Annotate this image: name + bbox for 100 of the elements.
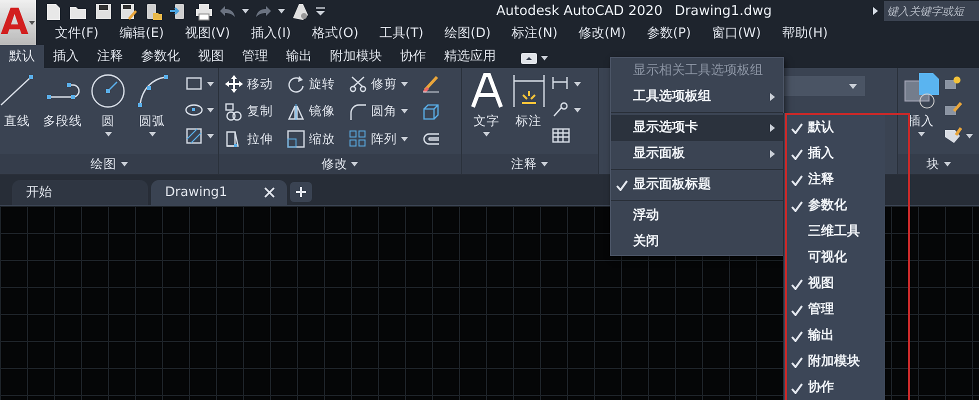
caret-icon: [207, 134, 214, 138]
menu-item[interactable]: 视图(V): [176, 24, 240, 44]
menu-item[interactable]: 编辑(E): [110, 24, 173, 44]
menu-item[interactable]: 工具(T): [370, 24, 432, 44]
new-file-icon[interactable]: [44, 2, 63, 20]
new-tab-button[interactable]: [290, 182, 312, 202]
app-menu-button[interactable]: A: [0, 0, 36, 45]
menu-item[interactable]: 浮动: [611, 203, 783, 229]
menu-item[interactable]: 格式(O): [303, 24, 368, 44]
customize-menu-icon[interactable]: [316, 6, 325, 16]
menu-item[interactable]: 插入: [784, 141, 885, 167]
tool-button[interactable]: 阵列: [347, 126, 410, 152]
caret-icon[interactable]: [120, 162, 128, 166]
tool-button[interactable]: 直线: [0, 71, 38, 154]
panel-title-bar[interactable]: 修改: [219, 154, 461, 174]
menu-item[interactable]: 显示选项卡: [611, 115, 783, 141]
tool-button[interactable]: 标注: [508, 71, 550, 154]
panel-title-bar[interactable]: 块: [898, 154, 979, 174]
caret-icon: [29, 20, 36, 24]
ribbon-tab[interactable]: 注释: [88, 45, 132, 68]
caret-icon[interactable]: [848, 84, 857, 88]
menu-item[interactable]: 注释: [784, 167, 885, 193]
menu-item[interactable]: 管理: [784, 297, 885, 323]
block-insert-icon: [903, 73, 939, 109]
tool-button[interactable]: 拉伸: [223, 126, 275, 152]
app-name: Autodesk AutoCAD 2020: [496, 2, 663, 19]
tool-button[interactable]: 文字: [466, 71, 508, 154]
caret-icon[interactable]: [242, 8, 249, 14]
menu-item[interactable]: 参数化: [784, 193, 885, 219]
table-icon: [552, 127, 570, 145]
document-name: Drawing1.dwg: [674, 2, 772, 19]
ribbon-tab[interactable]: 精选应用: [435, 45, 505, 68]
menu-item[interactable]: 绘图(D): [436, 24, 500, 44]
print-icon[interactable]: [194, 2, 213, 20]
menu-item[interactable]: 帮助(H): [772, 24, 837, 44]
ribbon-tab[interactable]: 附加模块: [321, 45, 391, 68]
caret-icon: [207, 108, 214, 112]
plus-icon: [296, 187, 306, 197]
undo-icon[interactable]: [219, 4, 236, 18]
expand-arrow-icon[interactable]: [873, 7, 878, 15]
ribbon-tab[interactable]: 参数化: [132, 45, 189, 68]
caret-icon: [401, 82, 408, 86]
panel-title-bar[interactable]: 注释: [462, 154, 598, 174]
caret-icon: [401, 136, 408, 142]
tool-button[interactable]: 圆角: [347, 98, 410, 125]
tool-button[interactable]: 旋转: [285, 71, 337, 97]
menu-item[interactable]: 显示面板标题: [611, 172, 783, 198]
menu-item[interactable]: 输出: [784, 323, 885, 349]
attribute-tag-icon: [944, 127, 962, 145]
tool-button[interactable]: 移动: [223, 71, 275, 97]
caret-icon[interactable]: [541, 56, 548, 61]
caret-icon: [574, 108, 581, 112]
caret-icon[interactable]: [944, 162, 950, 166]
tool-button[interactable]: 镜像: [285, 98, 337, 125]
file-tab[interactable]: 开始: [12, 180, 148, 205]
tool-button[interactable]: 圆弧: [131, 71, 173, 154]
save-as-icon[interactable]: [119, 2, 138, 20]
ribbon-tab[interactable]: 输出: [277, 45, 321, 68]
menu-item[interactable]: 显示面板: [611, 141, 783, 167]
scale-icon: [287, 130, 305, 148]
menu-item[interactable]: 三维工具: [784, 219, 885, 245]
close-icon[interactable]: [264, 187, 275, 198]
menu-item[interactable]: 文件(F): [46, 24, 108, 44]
menu-item[interactable]: 参数(P): [638, 24, 700, 44]
menu-item[interactable]: 视图: [784, 271, 885, 297]
menu-item[interactable]: 附加模块: [784, 349, 885, 375]
menu-item[interactable]: 关闭: [611, 229, 783, 255]
array-grid-icon: [349, 130, 367, 148]
menu-item[interactable]: 协作: [784, 375, 885, 400]
ribbon-tab[interactable]: 视图: [189, 45, 233, 68]
tool-button[interactable]: 复制: [223, 98, 275, 125]
tablet-folder-icon[interactable]: [144, 2, 163, 20]
caret-icon[interactable]: [278, 8, 285, 14]
ribbon-tab[interactable]: 插入: [44, 45, 88, 68]
ribbon-tab[interactable]: 默认: [0, 45, 44, 68]
menu-item[interactable]: 插入(I): [242, 24, 300, 44]
menu-item[interactable]: 窗口(W): [702, 24, 770, 44]
tool-button[interactable]: 缩放: [285, 126, 337, 152]
menu-item[interactable]: 工具选项板组: [611, 84, 783, 110]
panel-title-bar[interactable]: 绘图: [0, 154, 218, 174]
menu-item[interactable]: 标注(N): [502, 24, 567, 44]
scissors-icon: [349, 75, 367, 93]
search-field[interactable]: 键入关键字或短: [884, 1, 979, 21]
menu-item[interactable]: 修改(M): [570, 24, 635, 44]
menu-item[interactable]: 可视化: [784, 245, 885, 271]
file-tab[interactable]: Drawing1: [151, 180, 287, 205]
caret-icon[interactable]: [351, 162, 358, 166]
circle-icon: [90, 73, 126, 109]
save-icon[interactable]: [94, 2, 113, 20]
menu-item[interactable]: 默认: [784, 115, 885, 141]
panel-toggle-icon[interactable]: [521, 53, 537, 64]
tool-button[interactable]: 圆: [87, 71, 129, 154]
ribbon-tab[interactable]: 协作: [391, 45, 435, 68]
caret-icon[interactable]: [541, 162, 548, 166]
tool-button[interactable]: 修剪: [347, 71, 410, 97]
tool-button[interactable]: 多段线: [40, 71, 85, 154]
ribbon-tab[interactable]: 管理: [233, 45, 277, 68]
copy-icon: [225, 102, 243, 121]
redo-icon[interactable]: [255, 4, 272, 18]
caret-icon: [574, 82, 581, 86]
